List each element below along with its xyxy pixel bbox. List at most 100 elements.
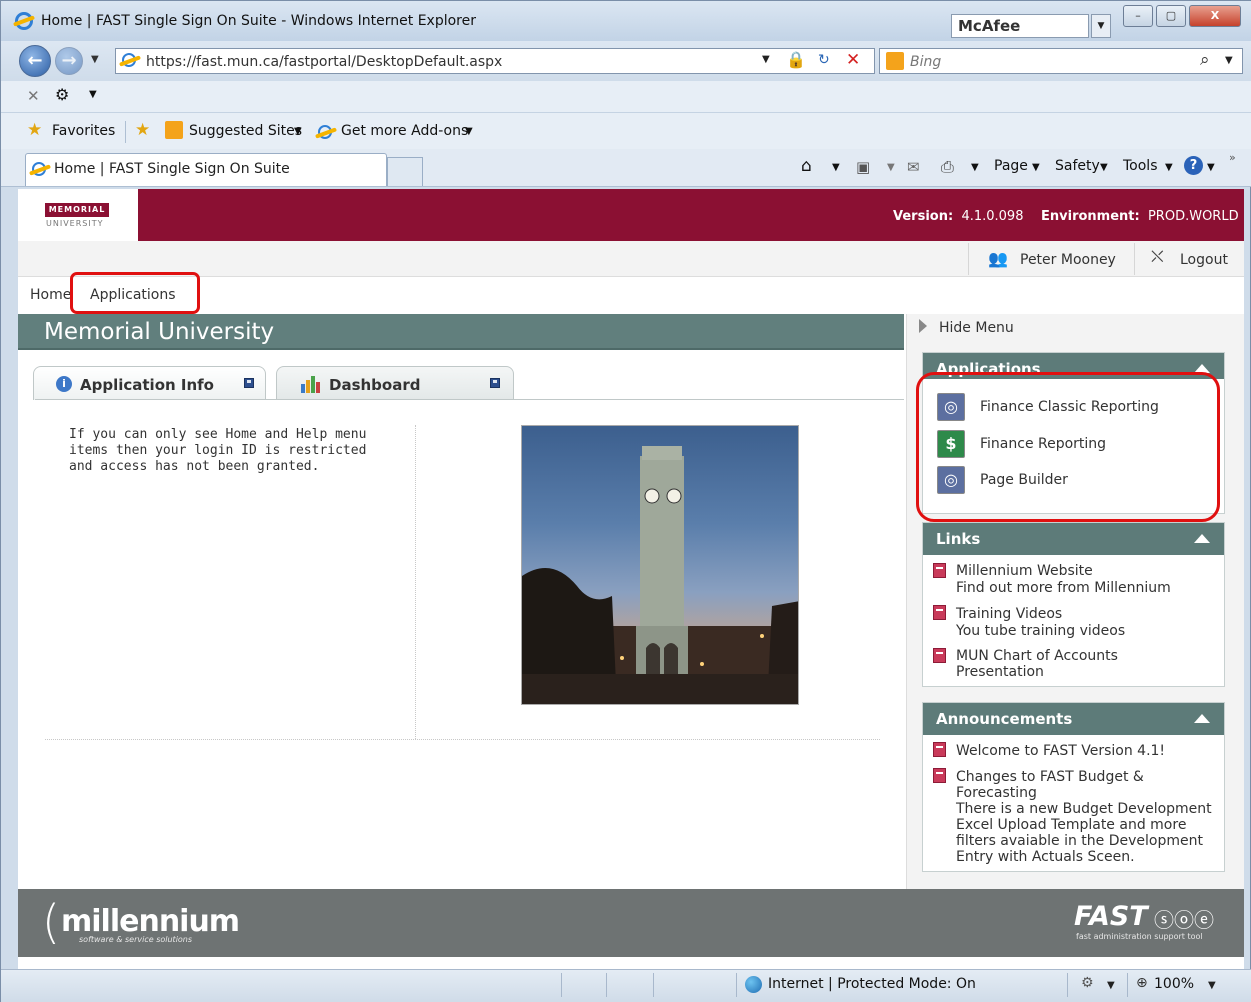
separator: [736, 973, 737, 997]
chevron-down-icon[interactable]: ▼: [1107, 980, 1115, 991]
clock-tower-photo: [521, 425, 799, 705]
memorial-logo[interactable]: MEMORIAL UNIVERSITY: [18, 189, 138, 241]
search-icon[interactable]: ⌕: [1200, 50, 1210, 70]
forward-button[interactable]: →: [55, 47, 83, 75]
application-info-text: If you can only see Home and Help menu i…: [69, 427, 367, 474]
announcement-icon: [933, 768, 946, 783]
logout-icon[interactable]: ⛌: [1151, 247, 1164, 267]
print-icon[interactable]: ⎙: [941, 157, 954, 177]
url-dropdown-icon[interactable]: ▼: [762, 54, 770, 65]
chevron-down-icon[interactable]: ▼: [1208, 980, 1216, 991]
chevron-down-icon[interactable]: ▼: [1032, 162, 1040, 173]
tab-application-info[interactable]: i Application Info: [33, 366, 266, 400]
suggested-sites-button[interactable]: Suggested Sites: [189, 123, 302, 139]
search-input[interactable]: Bing ⌕ ▼: [879, 48, 1243, 74]
annotation-highlight: [916, 372, 1220, 522]
home-icon[interactable]: ⌂: [801, 156, 812, 176]
separator: [968, 243, 969, 275]
chevron-down-icon[interactable]: ▼: [1165, 162, 1173, 173]
suggested-sites-icon: [165, 121, 183, 139]
play-icon[interactable]: [919, 319, 927, 333]
version-label: Version:: [893, 209, 954, 224]
maximize-button[interactable]: ▢: [1156, 5, 1186, 27]
tools-menu[interactable]: Tools: [1123, 158, 1158, 174]
env-value: PROD.WORLD: [1147, 209, 1239, 224]
protected-mode-icon[interactable]: ⚙: [1081, 975, 1094, 991]
tab-dashboard[interactable]: Dashboard: [276, 366, 514, 400]
version-value: 4.1.0.098: [961, 209, 1024, 224]
save-icon[interactable]: [244, 378, 254, 388]
separator: [653, 973, 654, 997]
users-icon: 👥: [988, 249, 1008, 268]
link-description: Find out more from Millennium: [956, 580, 1171, 596]
lock-icon[interactable]: 🔒: [786, 50, 806, 69]
separator: [125, 121, 126, 143]
help-icon[interactable]: ?: [1184, 156, 1203, 175]
logo-subtext: UNIVERSITY: [46, 219, 104, 228]
chevron-down-icon[interactable]: ▼: [1100, 162, 1108, 173]
chevron-down-icon[interactable]: ▼: [89, 89, 97, 100]
close-toolbar-icon[interactable]: ✕: [27, 87, 40, 105]
user-name[interactable]: Peter Mooney: [1020, 252, 1116, 268]
breadcrumb: [18, 278, 1244, 314]
millennium-logo-mark: (: [42, 895, 60, 949]
security-zone[interactable]: Internet | Protected Mode: On: [768, 976, 976, 992]
panel-header[interactable]: Links: [923, 523, 1224, 555]
minimize-button[interactable]: –: [1123, 5, 1153, 27]
chevron-down-icon[interactable]: ▼: [465, 126, 473, 137]
mail-icon[interactable]: ✉: [907, 158, 920, 176]
safety-menu[interactable]: Safety: [1055, 158, 1100, 174]
page-menu[interactable]: Page: [994, 158, 1028, 174]
back-button[interactable]: ←: [19, 45, 51, 77]
ie-icon: [15, 12, 33, 30]
refresh-icon[interactable]: ↻: [818, 52, 830, 68]
environment-info: Environment: PROD.WORLD: [1041, 209, 1239, 224]
link-icon: [933, 563, 946, 578]
link-mun-chart-of-accounts[interactable]: MUN Chart of Accounts: [956, 648, 1118, 664]
new-tab-button[interactable]: [387, 157, 423, 186]
tab-label: Application Info: [80, 376, 214, 394]
bing-icon: [886, 52, 904, 70]
chevron-down-icon[interactable]: ▼: [971, 162, 979, 173]
logo-text: MEMORIAL: [45, 203, 109, 217]
mcafee-badge[interactable]: McAfee: [951, 14, 1089, 38]
url-input[interactable]: https://fast.mun.ca/fastportal/DesktopDe…: [115, 48, 875, 74]
version-info: Version: 4.1.0.098: [893, 209, 1023, 224]
link-millennium-website[interactable]: Millennium Website: [956, 563, 1093, 579]
settings-icon[interactable]: ⚙: [55, 85, 69, 104]
zoom-icon[interactable]: ⊕: [1136, 975, 1148, 991]
announcement-title[interactable]: Welcome to FAST Version 4.1!: [956, 743, 1165, 759]
tab-home[interactable]: Home | FAST Single Sign On Suite: [25, 153, 387, 186]
stop-icon[interactable]: ✕: [846, 50, 860, 70]
announcement-title[interactable]: Changes to FAST Budget & Forecasting: [956, 769, 1221, 801]
chevron-down-icon[interactable]: ▼: [887, 162, 895, 173]
chevron-down-icon[interactable]: ▼: [1207, 162, 1215, 173]
breadcrumb-home[interactable]: Home: [30, 287, 71, 303]
fast-logo: FAST: [1074, 901, 1148, 932]
more-icon[interactable]: »: [1229, 151, 1236, 164]
zoom-level[interactable]: 100%: [1154, 976, 1194, 992]
chevron-down-icon[interactable]: ▼: [294, 126, 302, 137]
tab-label: Dashboard: [329, 376, 421, 394]
save-icon[interactable]: [490, 378, 500, 388]
chevron-down-icon[interactable]: ▼: [1091, 14, 1111, 38]
search-dropdown-icon[interactable]: ▼: [1225, 55, 1233, 66]
separator: [1127, 973, 1128, 997]
addons-button[interactable]: Get more Add-ons: [341, 123, 468, 139]
links-panel: Links Millennium Website Find out more f…: [922, 522, 1225, 687]
url-text: https://fast.mun.ca/fastportal/DesktopDe…: [146, 54, 503, 70]
add-favorite-icon[interactable]: ★: [135, 120, 150, 140]
link-description: Presentation: [956, 664, 1044, 680]
close-button[interactable]: X: [1189, 5, 1241, 27]
logout-button[interactable]: Logout: [1180, 252, 1228, 268]
hide-menu-button[interactable]: Hide Menu: [939, 320, 1014, 336]
panel-header[interactable]: Announcements: [923, 703, 1224, 735]
favorites-button[interactable]: Favorites: [52, 123, 115, 139]
collapse-icon[interactable]: [1194, 714, 1210, 723]
history-dropdown-icon[interactable]: ▼: [91, 54, 99, 65]
millennium-tagline: software & service solutions: [79, 935, 193, 944]
chevron-down-icon[interactable]: ▼: [832, 162, 840, 173]
link-training-videos[interactable]: Training Videos: [956, 606, 1062, 622]
feeds-icon[interactable]: ▣: [856, 158, 870, 176]
collapse-icon[interactable]: [1194, 534, 1210, 543]
